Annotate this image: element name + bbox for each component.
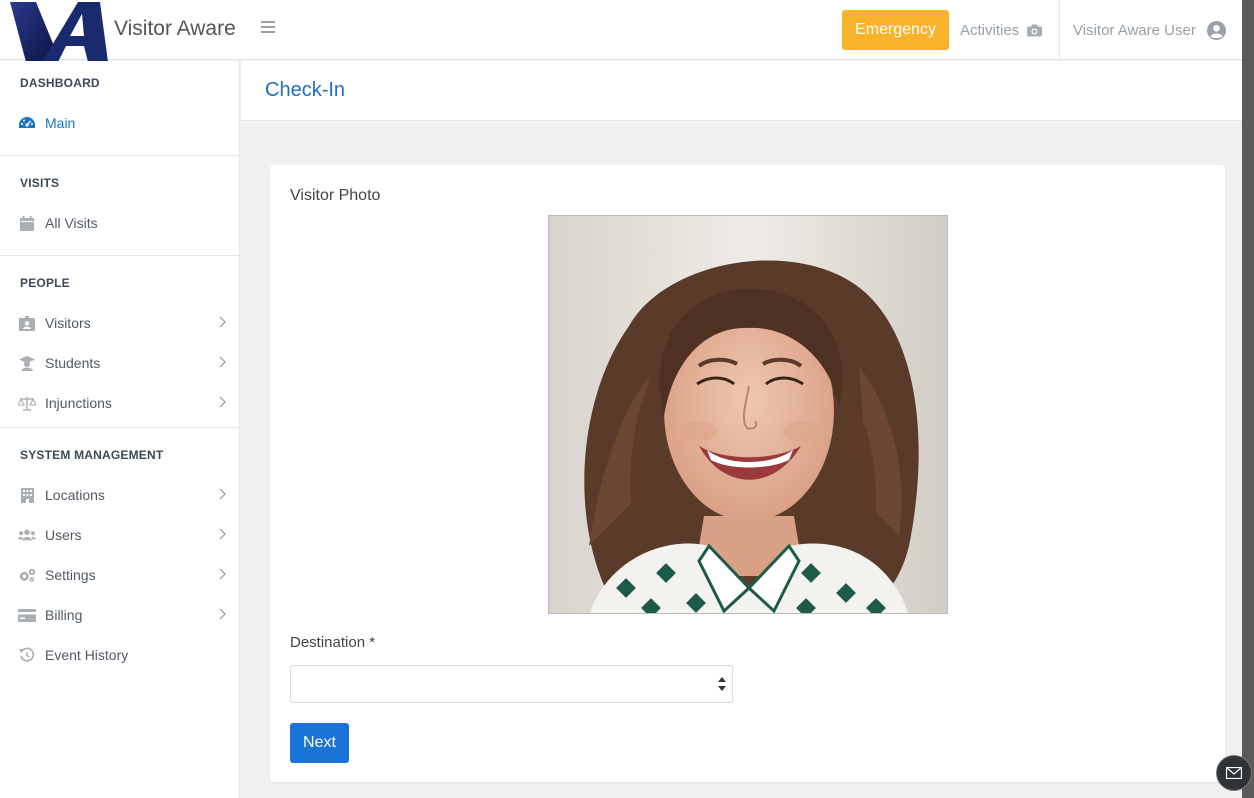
app-name: Visitor Aware xyxy=(114,16,236,40)
sidebar-item-event-history[interactable]: Event History xyxy=(0,635,239,675)
camera-icon xyxy=(1027,24,1043,36)
sidebar: DASHBOARD Main VISITS All Visits PEOPLE … xyxy=(0,61,240,798)
section-title-dashboard: DASHBOARD xyxy=(20,76,100,90)
user-name: Visitor Aware User xyxy=(1073,21,1196,39)
sidebar-item-users[interactable]: Users xyxy=(0,515,239,555)
gears-icon xyxy=(18,566,36,584)
visitor-photo-label: Visitor Photo xyxy=(290,187,381,204)
chevron-right-icon xyxy=(219,608,226,620)
page-header: Check-In xyxy=(241,61,1242,121)
check-in-card: Visitor Photo Destination * Next xyxy=(270,165,1225,782)
sidebar-item-students[interactable]: Students xyxy=(0,343,239,383)
sidebar-item-label: Billing xyxy=(45,607,83,623)
destination-label: Destination * xyxy=(290,634,376,651)
emergency-button[interactable]: Emergency xyxy=(842,10,949,50)
balance-scale-icon xyxy=(18,394,36,412)
message-button[interactable] xyxy=(1216,755,1252,791)
calendar-icon xyxy=(18,214,36,232)
next-button[interactable]: Next xyxy=(290,723,349,763)
menu-toggle-icon[interactable] xyxy=(261,21,275,37)
sidebar-item-locations[interactable]: Locations xyxy=(0,475,239,515)
sidebar-item-label: Settings xyxy=(45,567,96,583)
sidebar-item-label: Locations xyxy=(45,487,105,503)
top-bar: Visitor Aware Emergency Activities Visit… xyxy=(0,0,1242,62)
sidebar-item-visitors[interactable]: Visitors xyxy=(0,303,239,343)
sidebar-item-label: Visitors xyxy=(45,315,91,331)
history-icon xyxy=(18,646,36,664)
sidebar-item-all-visits[interactable]: All Visits xyxy=(0,203,239,243)
select-arrows-icon xyxy=(718,677,726,691)
section-title-people: PEOPLE xyxy=(20,276,70,290)
page-title: Check-In xyxy=(265,79,346,101)
section-title-visits: VISITS xyxy=(20,176,60,190)
sidebar-item-billing[interactable]: Billing xyxy=(0,595,239,635)
visitor-photo xyxy=(548,215,948,614)
sidebar-item-label: Main xyxy=(45,115,76,131)
app-logo[interactable]: Visitor Aware xyxy=(0,0,240,62)
activities-link[interactable]: Activities xyxy=(960,0,1043,60)
chevron-right-icon xyxy=(219,396,226,408)
dashboard-icon xyxy=(18,114,36,132)
header-divider xyxy=(1059,0,1060,60)
chevron-right-icon xyxy=(219,568,226,580)
credit-card-icon xyxy=(18,606,36,624)
building-icon xyxy=(18,486,36,504)
sidebar-item-label: All Visits xyxy=(45,215,98,231)
sidebar-item-label: Students xyxy=(45,355,101,371)
visitor-aware-logo-icon xyxy=(10,1,108,62)
users-icon xyxy=(18,526,36,544)
chevron-right-icon xyxy=(219,528,226,540)
activities-label: Activities xyxy=(960,21,1020,39)
chevron-right-icon xyxy=(219,356,226,368)
graduation-cap-icon xyxy=(18,354,36,372)
chevron-right-icon xyxy=(219,488,226,500)
user-circle-icon xyxy=(1206,20,1226,40)
id-badge-icon xyxy=(18,314,36,332)
sidebar-item-injunctions[interactable]: Injunctions xyxy=(0,383,239,423)
sidebar-item-settings[interactable]: Settings xyxy=(0,555,239,595)
scrollbar[interactable] xyxy=(1242,0,1254,798)
chevron-right-icon xyxy=(219,316,226,328)
section-title-system-management: SYSTEM MANAGEMENT xyxy=(20,448,164,462)
envelope-icon xyxy=(1226,767,1242,779)
destination-select[interactable] xyxy=(290,665,733,703)
sidebar-item-label: Event History xyxy=(45,647,129,663)
sidebar-item-label: Injunctions xyxy=(45,395,112,411)
sidebar-item-main[interactable]: Main xyxy=(0,103,239,143)
sidebar-item-label: Users xyxy=(45,527,82,543)
user-menu[interactable]: Visitor Aware User xyxy=(1073,0,1226,60)
